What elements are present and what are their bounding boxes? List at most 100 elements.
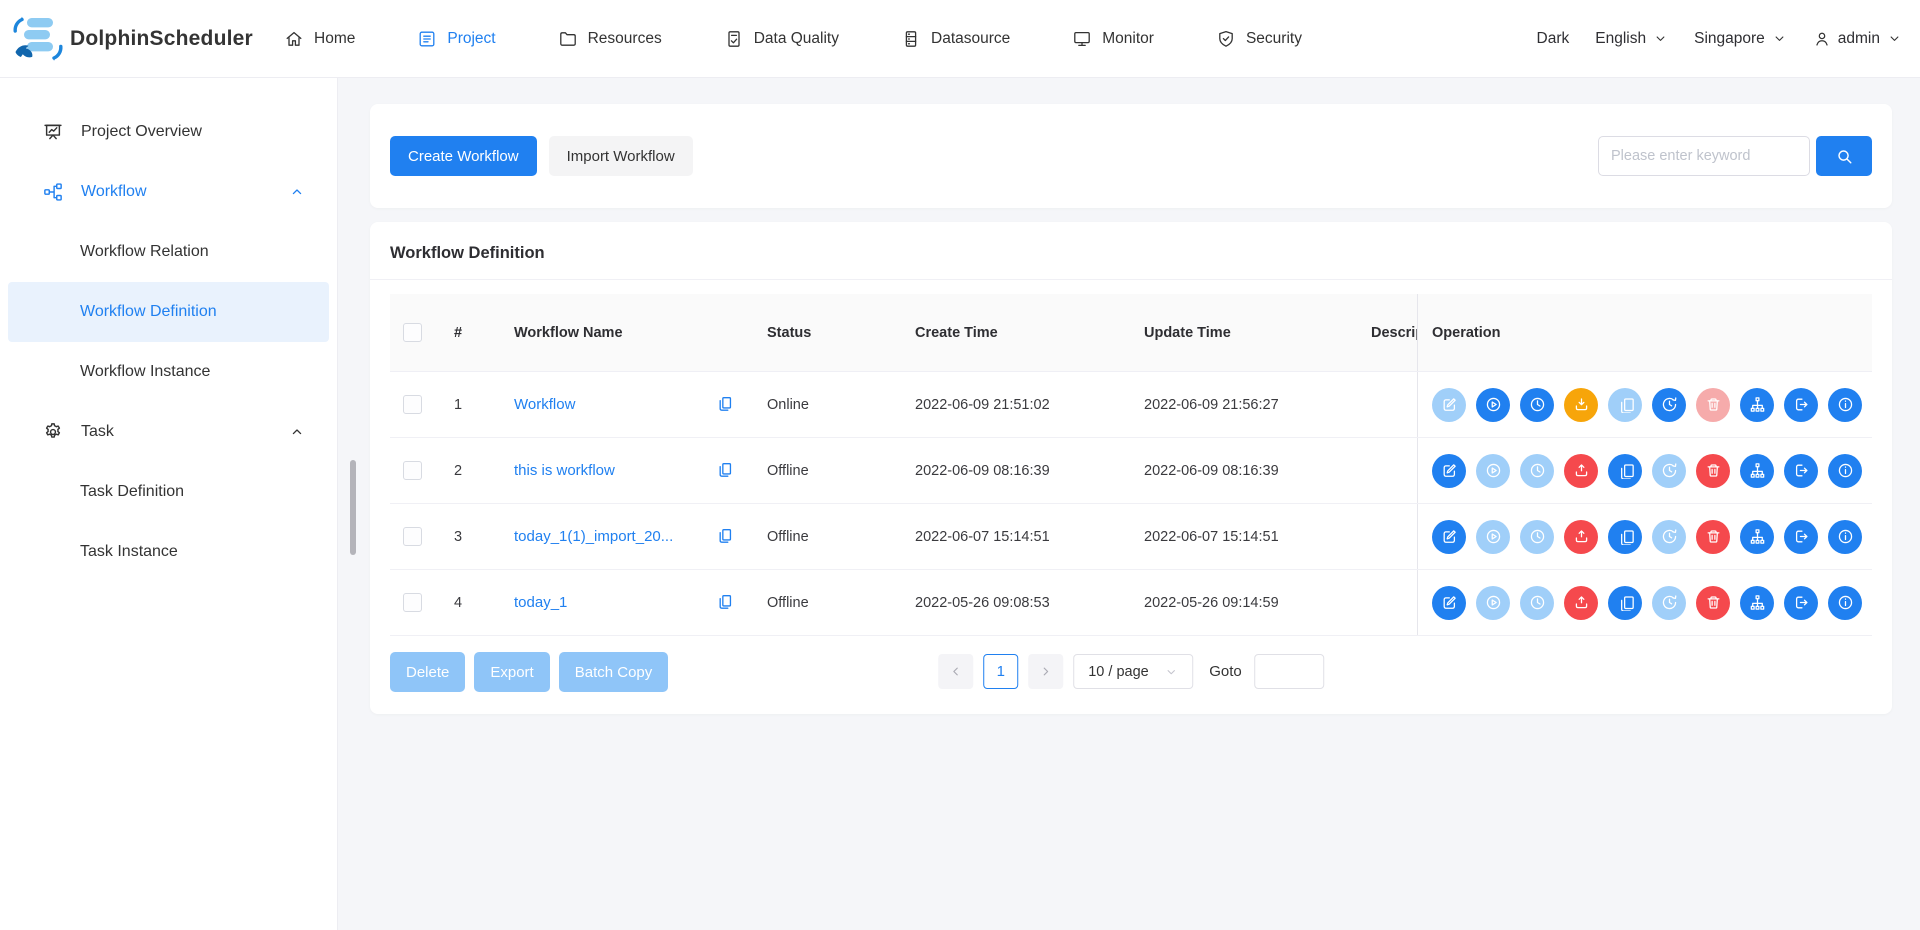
nav-item-security[interactable]: Security	[1216, 29, 1302, 49]
home-icon	[284, 29, 304, 49]
copy-button[interactable]	[1608, 520, 1642, 554]
workflow-name-cell: Workflow	[500, 395, 752, 414]
chevron-down-icon	[1653, 31, 1668, 46]
export-button[interactable]	[1784, 388, 1818, 422]
import-workflow-button[interactable]: Import Workflow	[549, 136, 693, 176]
row-checkbox[interactable]	[403, 593, 422, 612]
export-button[interactable]	[1784, 454, 1818, 488]
goto-page-input[interactable]	[1254, 654, 1324, 689]
export-button[interactable]	[1784, 586, 1818, 620]
user-menu[interactable]: admin	[1813, 30, 1902, 48]
cron-manage-button[interactable]	[1652, 388, 1686, 422]
delete-button[interactable]	[1696, 520, 1730, 554]
sidebar-item-workflow[interactable]: Workflow	[8, 162, 329, 222]
row-checkbox[interactable]	[403, 395, 422, 414]
run-button[interactable]	[1476, 388, 1510, 422]
online-button[interactable]	[1564, 454, 1598, 488]
copy-button[interactable]	[1608, 454, 1642, 488]
sidebar-item-workflow-relation[interactable]: Workflow Relation	[8, 222, 329, 282]
copy-button[interactable]	[1608, 586, 1642, 620]
sidebar-item-workflow-instance[interactable]: Workflow Instance	[8, 342, 329, 402]
timing-button[interactable]	[1520, 388, 1554, 422]
tree-view-button[interactable]	[1740, 520, 1774, 554]
tree-view-button[interactable]	[1740, 586, 1774, 620]
sidebar-item-workflow-definition[interactable]: Workflow Definition	[8, 282, 329, 342]
workflow-name-link[interactable]: today_1(1)_import_20...	[514, 528, 673, 545]
create-workflow-button[interactable]: Create Workflow	[390, 136, 537, 176]
delete-button[interactable]	[1696, 388, 1730, 422]
toolbar-card: Create Workflow Import Workflow	[370, 104, 1892, 208]
run-button[interactable]	[1476, 586, 1510, 620]
next-page-button[interactable]	[1028, 654, 1063, 689]
nav-item-data-quality[interactable]: Data Quality	[724, 29, 839, 49]
delete-button[interactable]	[1696, 586, 1730, 620]
app-logo[interactable]: DolphinScheduler	[12, 16, 284, 62]
copy-icon[interactable]	[716, 395, 735, 414]
tree-view-button[interactable]	[1740, 388, 1774, 422]
sidebar-item-task[interactable]: Task	[8, 402, 329, 462]
timing-button[interactable]	[1520, 586, 1554, 620]
workflow-name-link[interactable]: this is workflow	[514, 462, 615, 479]
nav-item-resources[interactable]: Resources	[558, 29, 662, 49]
language-label: English	[1595, 30, 1646, 48]
export-button[interactable]: Export	[474, 652, 549, 692]
workflow-icon	[42, 181, 64, 203]
copy-button[interactable]	[1608, 388, 1642, 422]
row-checkbox[interactable]	[403, 461, 422, 480]
select-all-checkbox[interactable]	[403, 323, 422, 342]
run-button[interactable]	[1476, 454, 1510, 488]
edit-button[interactable]	[1432, 520, 1466, 554]
version-info-button[interactable]	[1828, 520, 1862, 554]
status-text: Offline	[752, 595, 900, 611]
copy-icon[interactable]	[716, 527, 735, 546]
nav-item-home[interactable]: Home	[284, 29, 355, 49]
row-checkbox[interactable]	[403, 527, 422, 546]
export-button[interactable]	[1784, 520, 1818, 554]
search-input[interactable]	[1598, 136, 1810, 176]
page-size-select[interactable]: 10 / page	[1073, 654, 1193, 689]
workflow-name-link[interactable]: today_1	[514, 594, 567, 611]
edit-button[interactable]	[1432, 388, 1466, 422]
batch-copy-button[interactable]: Batch Copy	[559, 652, 669, 692]
version-info-button[interactable]	[1828, 388, 1862, 422]
run-button[interactable]	[1476, 520, 1510, 554]
online-button[interactable]	[1564, 586, 1598, 620]
page-scrollbar[interactable]	[350, 460, 356, 555]
chevron-down-icon	[1772, 31, 1787, 46]
sidebar-item-task-instance[interactable]: Task Instance	[8, 522, 329, 582]
edit-button[interactable]	[1432, 586, 1466, 620]
delete-button[interactable]: Delete	[390, 652, 465, 692]
prev-page-button[interactable]	[938, 654, 973, 689]
cron-manage-button[interactable]	[1652, 586, 1686, 620]
nav-item-monitor[interactable]: Monitor	[1072, 29, 1154, 49]
language-select[interactable]: English	[1595, 30, 1668, 48]
page-number-1[interactable]: 1	[983, 654, 1018, 689]
timezone-select[interactable]: Singapore	[1694, 30, 1787, 48]
workflow-table: #Workflow NameStatusCreate TimeUpdate Ti…	[390, 294, 1872, 636]
nav-item-project[interactable]: Project	[417, 29, 495, 49]
nav-item-datasource[interactable]: Datasource	[901, 29, 1010, 49]
row-checkbox-cell	[390, 372, 434, 437]
tree-view-button[interactable]	[1740, 454, 1774, 488]
copy-icon[interactable]	[716, 593, 735, 612]
timing-button[interactable]	[1520, 454, 1554, 488]
delete-button[interactable]	[1696, 454, 1730, 488]
online-button[interactable]	[1564, 520, 1598, 554]
table-body: 1WorkflowOnline2022-06-09 21:51:022022-0…	[390, 372, 1872, 636]
version-info-button[interactable]	[1828, 454, 1862, 488]
sidebar-item-project-overview[interactable]: Project Overview	[8, 102, 329, 162]
cron-manage-button[interactable]	[1652, 454, 1686, 488]
nav-item-label: Security	[1246, 30, 1302, 48]
operation-cell	[1417, 438, 1872, 503]
sidebar-item-task-definition[interactable]: Task Definition	[8, 462, 329, 522]
offline-button[interactable]	[1564, 388, 1598, 422]
copy-icon[interactable]	[716, 461, 735, 480]
create-time: 2022-06-07 15:14:51	[900, 529, 1130, 545]
theme-toggle[interactable]: Dark	[1537, 30, 1570, 48]
edit-button[interactable]	[1432, 454, 1466, 488]
version-info-button[interactable]	[1828, 586, 1862, 620]
cron-manage-button[interactable]	[1652, 520, 1686, 554]
search-button[interactable]	[1816, 136, 1872, 176]
timing-button[interactable]	[1520, 520, 1554, 554]
workflow-name-link[interactable]: Workflow	[514, 396, 575, 413]
